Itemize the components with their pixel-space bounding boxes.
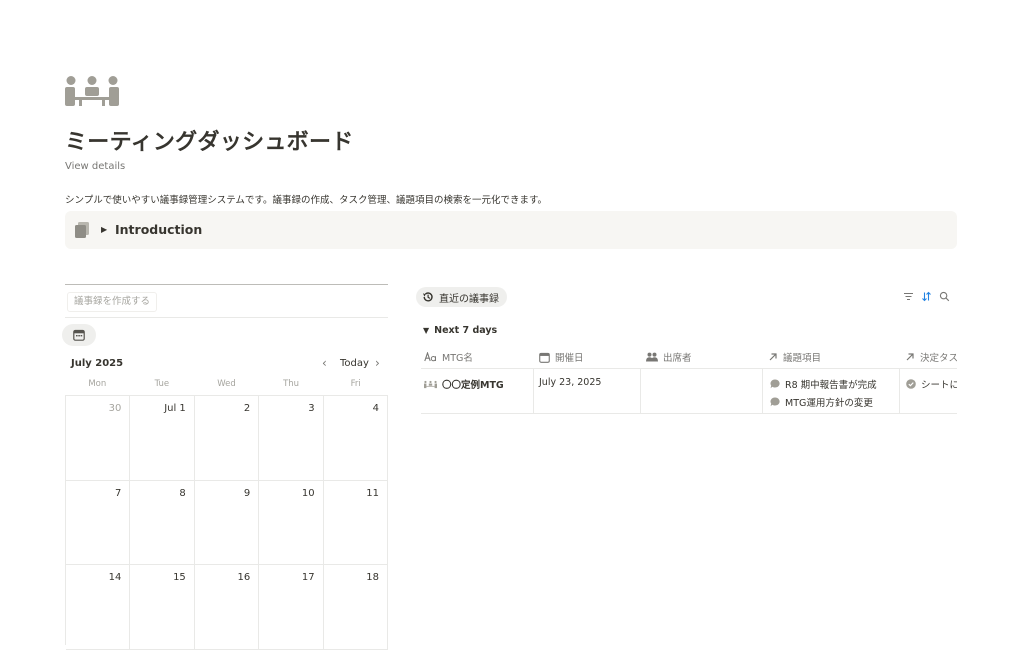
today-button[interactable]: Today <box>340 358 369 369</box>
search-icon[interactable] <box>939 291 950 302</box>
chevron-left-icon[interactable]: ‹ <box>322 356 327 370</box>
weekday-label: Mon <box>88 379 107 389</box>
weekday-label: Tue <box>154 379 170 389</box>
day-number: 10 <box>301 487 315 499</box>
calendar-day-cell[interactable]: 3 <box>259 396 324 481</box>
day-number: 9 <box>243 487 251 499</box>
chevron-right-icon[interactable]: › <box>375 356 380 370</box>
calendar-grid: 30 Jul 1 2 3 4 7 8 9 10 11 14 15 16 17 1… <box>65 395 388 650</box>
calendar-day-cell[interactable]: Jul 1 <box>130 396 195 481</box>
filter-icon[interactable] <box>903 291 914 302</box>
view-tab-label: 直近の議事録 <box>439 293 499 305</box>
check-circle-icon <box>906 379 916 389</box>
calendar-weekday-header: Mon Tue Wed Thu Fri <box>65 379 388 391</box>
sort-icon[interactable] <box>921 291 932 302</box>
meeting-people-icon <box>424 380 437 388</box>
calendar-icon <box>539 352 550 363</box>
create-minutes-button[interactable]: 議事録を作成する <box>67 292 158 312</box>
introduction-callout[interactable]: ▶ Introduction <box>65 211 957 249</box>
agenda-item-label: MTG運用方針の変更 <box>785 398 873 409</box>
agenda-item-label: R8 期中報告書が完成 <box>785 380 877 391</box>
column-header-mtg-name[interactable]: MTG名 <box>424 346 473 368</box>
history-icon <box>423 292 433 302</box>
column-header-tasks[interactable]: 決定タスク <box>905 346 957 368</box>
attendees-cell[interactable] <box>640 369 763 413</box>
weekday-label: Thu <box>283 379 300 389</box>
day-number: 14 <box>108 572 122 583</box>
day-number: 4 <box>372 403 379 414</box>
calendar-day-cell[interactable]: 7 <box>66 480 131 565</box>
collapse-triangle-icon[interactable]: ▼ <box>423 326 429 335</box>
pages-icon <box>75 222 89 238</box>
column-label: 出席者 <box>663 353 692 364</box>
mtg-name: 〇〇定例MTG <box>442 380 504 391</box>
page-title: ミーティングダッシュボード <box>65 130 354 155</box>
day-number: 2 <box>243 403 251 414</box>
column-header-agenda[interactable]: 議題項目 <box>768 346 821 368</box>
day-number: Jul 1 <box>164 403 186 414</box>
meeting-people-icon <box>65 76 119 106</box>
calendar-day-cell[interactable]: 16 <box>194 565 260 650</box>
calendar-day-cell[interactable]: 18 <box>323 565 388 650</box>
tasks-cell[interactable]: シートに <box>899 369 957 413</box>
table-header: MTG名 開催日 出席者 議題項目 決定タスク <box>421 346 957 369</box>
minutes-table: MTG名 開催日 出席者 議題項目 決定タスク <box>421 346 957 414</box>
day-number: 7 <box>115 487 122 499</box>
calendar-day-cell[interactable]: 11 <box>323 480 388 565</box>
calendar-day-cell[interactable]: 9 <box>194 480 260 565</box>
mtg-name-cell[interactable]: 〇〇定例MTG <box>421 369 534 413</box>
recent-minutes-view-tab[interactable]: 直近の議事録 <box>416 287 507 307</box>
calendar-day-cell[interactable]: 15 <box>130 565 195 650</box>
column-header-attendees[interactable]: 出席者 <box>646 346 692 368</box>
task-item[interactable]: シートに <box>906 377 957 391</box>
calendar-day-cell[interactable]: 17 <box>259 565 324 650</box>
day-number: 11 <box>366 487 379 499</box>
column-header-date[interactable]: 開催日 <box>539 346 584 368</box>
column-label: 決定タスク <box>920 353 957 364</box>
calendar-day-cell[interactable]: 2 <box>194 396 260 481</box>
calendar-day-cell[interactable]: 10 <box>259 480 324 565</box>
day-number: 8 <box>179 487 186 499</box>
agenda-cell[interactable]: R8 期中報告書が完成 MTG運用方針の変更 <box>762 369 900 413</box>
relation-arrow-icon <box>906 353 914 361</box>
calendar-day-cell[interactable]: 14 <box>66 565 131 650</box>
divider <box>65 284 388 285</box>
meeting-date: July 23, 2025 <box>539 377 602 388</box>
toggle-arrow-icon[interactable]: ▶ <box>101 225 107 234</box>
weekday-label: Wed <box>217 379 236 389</box>
page-description: シンプルで使いやすい議事録管理システムです。議事録の作成、タスク管理、議題項目の… <box>65 195 548 206</box>
date-cell[interactable]: July 23, 2025 <box>533 369 641 413</box>
day-number: 18 <box>366 572 379 583</box>
day-number: 30 <box>108 403 122 414</box>
calendar-day-cell[interactable]: 8 <box>130 480 195 565</box>
agenda-item[interactable]: R8 期中報告書が完成 <box>770 377 877 391</box>
column-label: 議題項目 <box>783 353 822 364</box>
column-label: MTG名 <box>442 353 473 364</box>
introduction-toggle-title[interactable]: Introduction <box>115 222 202 237</box>
calendar-day-cell[interactable]: 4 <box>323 396 388 481</box>
calendar-day-cell[interactable]: 30 <box>66 396 131 481</box>
database-toolbar <box>903 291 950 302</box>
day-number: 15 <box>173 572 186 583</box>
task-item-label: シートに <box>921 380 957 391</box>
divider <box>65 317 388 318</box>
weekday-label: Fri <box>350 379 361 389</box>
agenda-item[interactable]: MTG運用方針の変更 <box>770 395 873 409</box>
speech-bubble-icon <box>770 397 780 407</box>
calendar-month-label: July 2025 <box>71 358 124 369</box>
view-details-link[interactable]: View details <box>65 161 125 172</box>
day-number: 17 <box>301 572 315 583</box>
group-label: Next 7 days <box>434 325 498 336</box>
column-label: 開催日 <box>555 353 584 364</box>
people-icon <box>646 352 658 362</box>
table-row[interactable]: 〇〇定例MTG July 23, 2025 R8 期中報告書が完成 MTG運用方… <box>421 369 957 414</box>
text-type-icon <box>424 352 436 362</box>
day-number: 3 <box>308 403 315 414</box>
speech-bubble-icon <box>770 379 780 389</box>
relation-arrow-icon <box>769 353 777 361</box>
day-number: 16 <box>237 572 251 583</box>
calendar-icon <box>73 329 85 341</box>
calendar-view-tab[interactable] <box>62 324 96 346</box>
group-header[interactable]: ▼ Next 7 days <box>423 325 497 336</box>
